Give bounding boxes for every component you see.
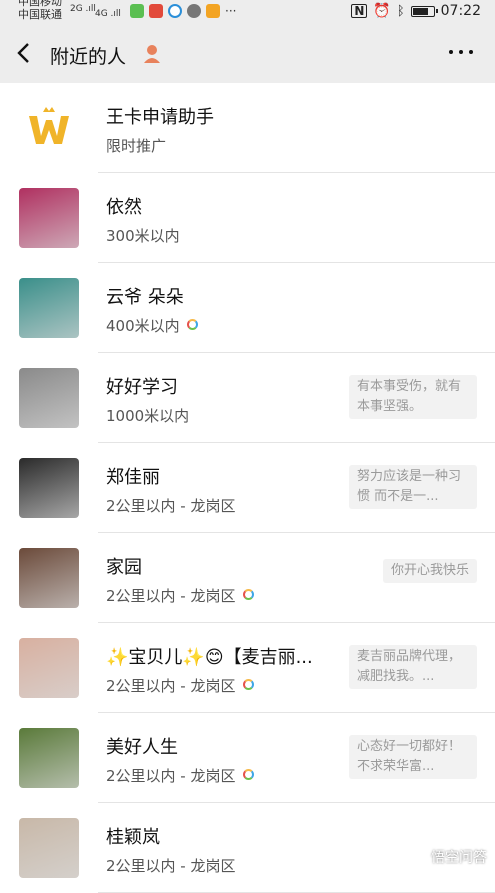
person-name: 郑佳丽 <box>106 467 160 488</box>
wukong-logo-icon <box>409 848 427 866</box>
app-notification-icon <box>130 4 144 18</box>
nearby-people-list: 王卡申请助手 限时推广依然 300米以内 云爷 朵朵 400米以内 好好学习 1000米以内… <box>0 83 495 893</box>
person-name: 家园 <box>106 557 142 578</box>
list-item[interactable]: 云爷 朵朵 400米以内 <box>0 263 495 353</box>
back-arrow-icon[interactable] <box>12 36 38 70</box>
page-title: 附近的人 <box>50 46 127 68</box>
carrier-1: 中国移动 <box>18 0 62 8</box>
avatar[interactable] <box>19 278 79 338</box>
alarm-icon: ⏰ <box>373 3 391 19</box>
list-item[interactable]: 王卡申请助手 限时推广 <box>0 83 495 173</box>
list-item[interactable]: 美好人生 2公里以内 - 龙岗区 心态好一切都好！不求荣华富... <box>0 713 495 803</box>
person-name: 云爷 朵朵 <box>106 287 184 308</box>
notification-icons: ··· <box>130 4 236 18</box>
more-notifications: ··· <box>225 4 237 18</box>
person-icon <box>143 44 161 64</box>
compass-app-icon <box>187 4 201 18</box>
avatar[interactable] <box>19 98 79 158</box>
person-name: 依然 <box>106 197 142 218</box>
distance-text: 300米以内 <box>106 227 180 245</box>
signature-bubble: 心态好一切都好！不求荣华富... <box>349 735 477 779</box>
avatar[interactable] <box>19 638 79 698</box>
moments-ring-icon <box>186 319 198 330</box>
status-bar: 中国移动 中国联通 2G .ıll 4G .ıll ··· N ⏰ ᛒ 07:2… <box>0 0 495 26</box>
signature-bubble: 你开心我快乐 <box>382 559 477 583</box>
distance-text: 1000米以内 <box>106 407 190 425</box>
moments-ring-icon <box>242 769 254 780</box>
person-name: 美好人生 <box>106 737 178 758</box>
distance-label: 2公里以内 - 龙岗区 <box>106 495 236 516</box>
list-item[interactable]: 郑佳丽 2公里以内 - 龙岗区 努力应该是一种习惯 而不是一... <box>0 443 495 533</box>
person-name: 桂颖岚 <box>106 827 160 848</box>
moments-ring-icon <box>242 679 254 690</box>
system-status: N ⏰ ᛒ 07:22 <box>351 3 481 19</box>
carrier-2: 中国联通 <box>18 8 62 21</box>
signal-2-icon: 4G .ıll <box>95 9 121 19</box>
distance-label: 300米以内 <box>106 225 180 246</box>
person-name: 好好学习 <box>106 377 178 398</box>
avatar[interactable] <box>19 818 79 878</box>
person-name: ✨宝贝儿✨😊【麦吉丽... <box>106 647 313 668</box>
browser-app-icon <box>168 4 182 18</box>
person-name: 王卡申请助手 <box>106 107 214 128</box>
avatar[interactable] <box>19 368 79 428</box>
distance-text: 限时推广 <box>106 137 167 155</box>
distance-label: 2公里以内 - 龙岗区 <box>106 675 254 696</box>
distance-label: 2公里以内 - 龙岗区 <box>106 585 254 606</box>
distance-label: 400米以内 <box>106 315 198 336</box>
signature-bubble: 努力应该是一种习惯 而不是一... <box>349 465 477 509</box>
distance-text: 2公里以内 - 龙岗区 <box>106 587 236 605</box>
distance-text: 400米以内 <box>106 317 180 335</box>
wangka-logo-icon <box>29 107 69 144</box>
moments-ring-icon <box>242 589 254 600</box>
more-icon[interactable] <box>449 40 473 64</box>
list-item[interactable]: 依然 300米以内 <box>0 173 495 263</box>
distance-text: 2公里以内 - 龙岗区 <box>106 677 236 695</box>
battery-icon <box>410 5 438 17</box>
nfc-icon: N <box>351 4 368 18</box>
distance-label: 2公里以内 - 龙岗区 <box>106 765 254 786</box>
avatar[interactable] <box>19 188 79 248</box>
avatar[interactable] <box>19 458 79 518</box>
distance-label: 限时推广 <box>106 135 166 156</box>
list-item[interactable]: ✨宝贝儿✨😊【麦吉丽... 2公里以内 - 龙岗区 麦吉丽品牌代理，减肥找我。... <box>0 623 495 713</box>
signal-1-icon: 2G .ıll <box>70 4 96 14</box>
chart-app-icon <box>149 4 163 18</box>
signature-bubble: 麦吉丽品牌代理，减肥找我。... <box>349 645 477 689</box>
bluetooth-icon: ᛒ <box>396 3 405 19</box>
signature-bubble: 有本事受伤，就有本事坚强。 <box>349 375 477 419</box>
avatar[interactable] <box>19 728 79 788</box>
store-app-icon <box>206 4 220 18</box>
list-item[interactable]: 好好学习 1000米以内 有本事受伤，就有本事坚强。 <box>0 353 495 443</box>
distance-text: 2公里以内 - 龙岗区 <box>106 767 236 785</box>
distance-text: 2公里以内 - 龙岗区 <box>106 497 236 515</box>
distance-label: 1000米以内 <box>106 405 189 426</box>
watermark-text: 悟空问答 <box>431 850 487 866</box>
avatar[interactable] <box>19 548 79 608</box>
clock: 07:22 <box>440 3 481 19</box>
list-item[interactable]: 家园 2公里以内 - 龙岗区 你开心我快乐 <box>0 533 495 623</box>
distance-text: 2公里以内 - 龙岗区 <box>106 857 236 875</box>
nav-bar: 附近的人 <box>0 26 495 83</box>
watermark: 悟空问答 <box>409 847 487 867</box>
